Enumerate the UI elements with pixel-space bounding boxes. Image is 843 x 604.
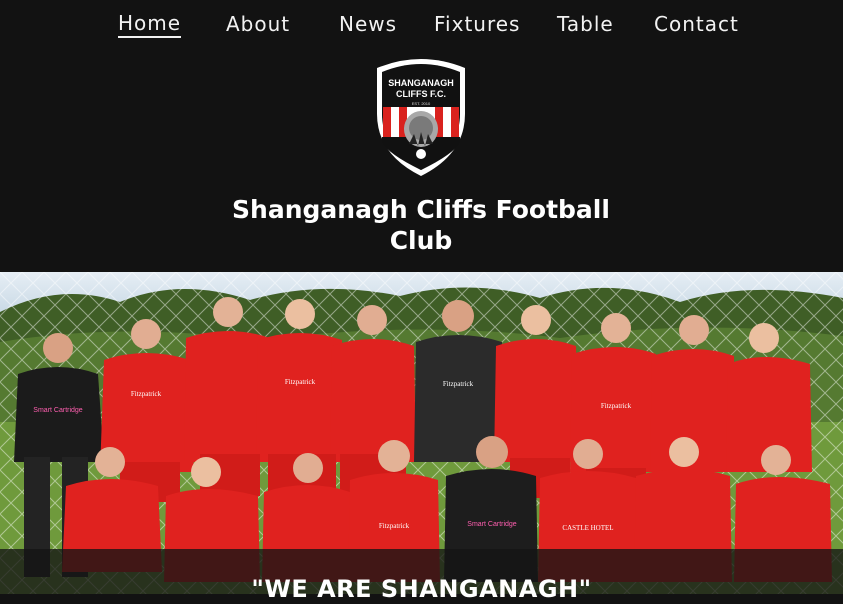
svg-text:Fitzpatrick: Fitzpatrick: [285, 378, 316, 386]
site-header: Home About News Fixtures Table Contact S…: [0, 0, 843, 272]
team-photo-image: Fitzpatrick Fitzpatrick Fitzpatrick Fitz…: [0, 272, 843, 594]
svg-text:SHANGANAGH: SHANGANAGH: [388, 78, 454, 88]
site-title-line1: Shanganagh Cliffs Football: [232, 195, 610, 224]
site-title-line2: Club: [389, 226, 453, 255]
svg-text:Fitzpatrick: Fitzpatrick: [379, 522, 410, 530]
club-crest-logo[interactable]: SHANGANAGH CLIFFS F.C. EST. 2010: [374, 54, 468, 178]
svg-text:Fitzpatrick: Fitzpatrick: [443, 380, 474, 388]
team-photo-hero: Fitzpatrick Fitzpatrick Fitzpatrick Fitz…: [0, 272, 843, 594]
nav-table-link[interactable]: Table: [557, 10, 614, 38]
nav-news-link[interactable]: News: [339, 10, 397, 38]
svg-text:Smart Cartridge: Smart Cartridge: [33, 407, 83, 414]
svg-text:Fitzpatrick: Fitzpatrick: [601, 402, 632, 410]
svg-text:EST. 2010: EST. 2010: [412, 101, 431, 106]
nav-home-link[interactable]: Home: [118, 10, 182, 38]
svg-text:CASTLE HOTEL: CASTLE HOTEL: [562, 524, 613, 532]
svg-text:Smart Cartridge: Smart Cartridge: [467, 521, 517, 528]
crest-shield-icon: SHANGANAGH CLIFFS F.C. EST. 2010: [377, 59, 465, 176]
nav-contact-link[interactable]: Contact: [654, 10, 739, 38]
hero-banner-text: "WE ARE SHANGANAGH": [251, 575, 592, 603]
nav-about-link[interactable]: About: [226, 10, 290, 38]
main-nav: Home About News Fixtures Table Contact: [0, 10, 843, 40]
svg-text:Fitzpatrick: Fitzpatrick: [131, 390, 162, 398]
nav-fixtures-link[interactable]: Fixtures: [434, 10, 520, 38]
site-title: Shanganagh Cliffs Football Club: [221, 194, 621, 256]
svg-text:CLIFFS F.C.: CLIFFS F.C.: [396, 89, 446, 99]
